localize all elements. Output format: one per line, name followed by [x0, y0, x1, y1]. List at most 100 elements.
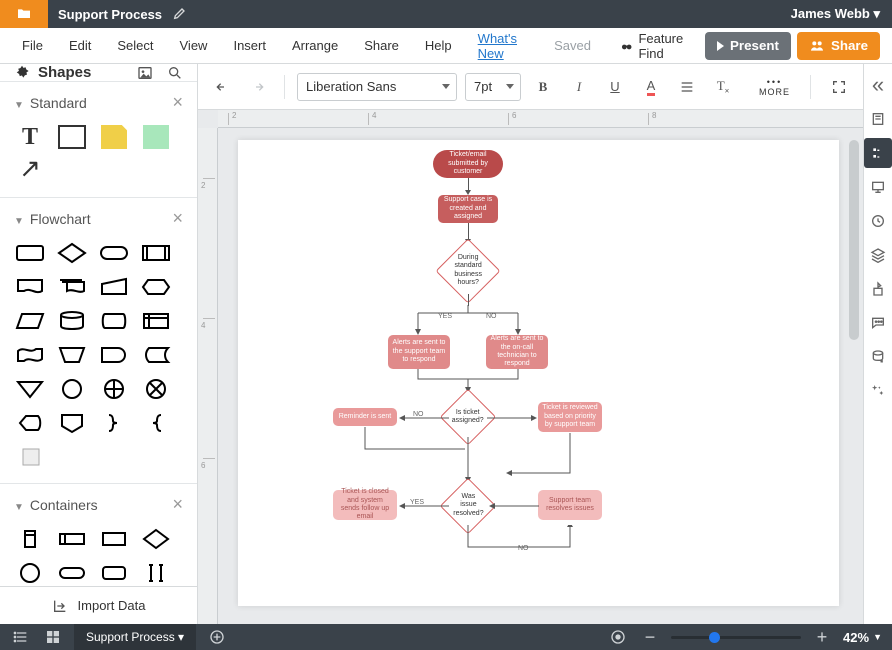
shape-merge[interactable]: [14, 377, 46, 401]
italic-button[interactable]: I: [565, 72, 593, 102]
dock-chat-button[interactable]: [864, 308, 892, 338]
clearfmt-button[interactable]: T×: [709, 72, 737, 102]
canvas[interactable]: 2 4 6 8 2 4 6 Ticket/email submitted by …: [198, 110, 863, 624]
search-icon[interactable]: [167, 65, 183, 81]
dock-layers-button[interactable]: [864, 240, 892, 270]
close-icon[interactable]: ×: [172, 92, 183, 113]
shape-multidoc[interactable]: [56, 275, 88, 299]
fullscreen-button[interactable]: [825, 72, 853, 102]
menu-select[interactable]: Select: [107, 32, 163, 59]
close-icon[interactable]: ×: [172, 494, 183, 515]
navigator-button[interactable]: [607, 626, 629, 648]
container-rect2[interactable]: [56, 527, 88, 551]
zoom-out-button[interactable]: −: [639, 626, 661, 648]
shape-note2[interactable]: [14, 445, 46, 469]
shape-stored[interactable]: [140, 343, 172, 367]
menu-view[interactable]: View: [170, 32, 218, 59]
dock-presentation-button[interactable]: [864, 172, 892, 202]
bold-button[interactable]: B: [529, 72, 557, 102]
shape-brace-l[interactable]: [140, 411, 172, 435]
shape-offpage[interactable]: [56, 411, 88, 435]
container-pill[interactable]: [56, 561, 88, 585]
shape-terminator[interactable]: [98, 241, 130, 265]
node-process-close[interactable]: Ticket is closed and system sends follow…: [333, 490, 397, 520]
dock-notes-button[interactable]: [864, 104, 892, 134]
container-bracket1[interactable]: [140, 561, 172, 585]
menu-share[interactable]: Share: [354, 32, 409, 59]
user-menu[interactable]: James Webb ▾: [791, 6, 892, 22]
shape-input[interactable]: [98, 275, 130, 299]
category-containers[interactable]: ▼Containers ×: [0, 484, 197, 521]
feature-find[interactable]: Feature Find: [613, 27, 699, 65]
shape-document[interactable]: [14, 275, 46, 299]
node-process-resolve[interactable]: Support team resolves issues: [538, 490, 602, 520]
category-flowchart[interactable]: ▼Flowchart ×: [0, 198, 197, 235]
menu-whats-new[interactable]: What's New: [468, 25, 538, 67]
rename-icon[interactable]: [162, 5, 188, 24]
menu-arrange[interactable]: Arrange: [282, 32, 348, 59]
close-icon[interactable]: ×: [172, 208, 183, 229]
node-terminator-start[interactable]: Ticket/email submitted by customer: [433, 150, 503, 178]
shape-text[interactable]: T: [14, 125, 46, 149]
container-circle[interactable]: [14, 561, 46, 585]
fontsize-select[interactable]: 7pt: [465, 73, 521, 101]
shape-decision[interactable]: [56, 241, 88, 265]
shape-predefined[interactable]: [140, 241, 172, 265]
collapse-dock-button[interactable]: «: [864, 70, 892, 100]
dock-data-button[interactable]: [864, 342, 892, 372]
image-icon[interactable]: [137, 65, 153, 81]
category-standard[interactable]: ▼Standard ×: [0, 82, 197, 119]
import-data-button[interactable]: Import Data: [0, 586, 197, 624]
shape-papertape[interactable]: [14, 343, 46, 367]
zoom-in-button[interactable]: +: [811, 626, 833, 648]
shape-block[interactable]: [56, 125, 88, 149]
shape-internal[interactable]: [140, 309, 172, 333]
font-select[interactable]: Liberation Sans: [297, 73, 457, 101]
scrollbar-vertical[interactable]: [849, 140, 859, 340]
node-process-alert-support[interactable]: Alerts are sent to the support team to r…: [388, 335, 450, 369]
more-button[interactable]: ••• MORE: [753, 77, 796, 97]
dock-comments-button[interactable]: [864, 138, 892, 168]
zoom-display[interactable]: 42%▼: [843, 630, 882, 645]
shape-data[interactable]: [14, 309, 46, 333]
shape-line-arrow[interactable]: ↗: [14, 159, 46, 183]
undo-button[interactable]: [208, 72, 236, 102]
app-logo[interactable]: [0, 0, 48, 28]
shape-directdata[interactable]: [98, 309, 130, 333]
container-rect3[interactable]: [98, 527, 130, 551]
menu-insert[interactable]: Insert: [223, 32, 276, 59]
shape-database[interactable]: [56, 309, 88, 333]
node-process-reminder[interactable]: Reminder is sent: [333, 408, 397, 426]
textcolor-button[interactable]: A: [637, 72, 665, 102]
menu-help[interactable]: Help: [415, 32, 462, 59]
container-rect1[interactable]: [14, 527, 46, 551]
menu-file[interactable]: File: [12, 32, 53, 59]
align-button[interactable]: [673, 72, 701, 102]
shape-sum[interactable]: [140, 377, 172, 401]
shape-brace-r[interactable]: [98, 411, 130, 435]
share-button[interactable]: Share: [797, 32, 880, 60]
document-title[interactable]: Support Process: [48, 7, 162, 22]
shape-process[interactable]: [14, 241, 46, 265]
zoom-slider[interactable]: [671, 636, 801, 639]
present-button[interactable]: Present: [705, 32, 791, 60]
page[interactable]: Ticket/email submitted by customer Suppo…: [238, 140, 839, 606]
menu-edit[interactable]: Edit: [59, 32, 101, 59]
shape-hotspot[interactable]: [140, 125, 172, 149]
dock-history-button[interactable]: [864, 206, 892, 236]
shape-display[interactable]: [14, 411, 46, 435]
redo-button[interactable]: [244, 72, 272, 102]
shape-connector[interactable]: [56, 377, 88, 401]
node-process-alert-oncall[interactable]: Alerts are sent to the on-call technicia…: [486, 335, 548, 369]
shape-manualop[interactable]: [56, 343, 88, 367]
dock-magic-button[interactable]: [864, 376, 892, 406]
dock-actions-button[interactable]: [864, 274, 892, 304]
underline-button[interactable]: U: [601, 72, 629, 102]
shape-or[interactable]: [98, 377, 130, 401]
add-page-button[interactable]: [206, 626, 228, 648]
shape-delay[interactable]: [98, 343, 130, 367]
gear-icon[interactable]: [14, 65, 30, 81]
node-process-createcase[interactable]: Support case is created and assigned: [438, 195, 498, 223]
shape-note[interactable]: [98, 125, 130, 149]
container-diamond[interactable]: [140, 527, 172, 551]
